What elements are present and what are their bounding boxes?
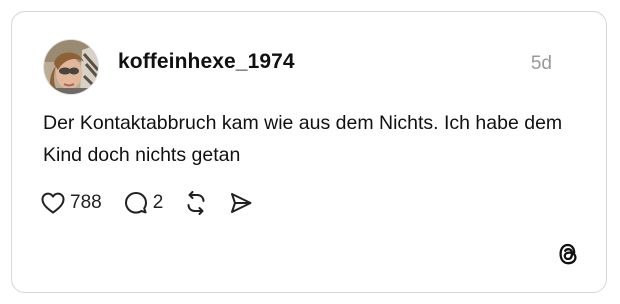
like-button[interactable]: 788: [41, 192, 102, 214]
repost-button[interactable]: [184, 191, 208, 215]
action-bar: 788 2: [41, 187, 253, 219]
repost-icon: [184, 191, 208, 215]
share-button[interactable]: [229, 191, 253, 215]
send-icon: [229, 191, 253, 215]
heart-icon: [41, 192, 65, 214]
post-card[interactable]: koffeinhexe_1974 5d Der Kontaktabbruch k…: [11, 11, 607, 293]
like-count: 788: [70, 192, 102, 213]
comment-count: 2: [152, 192, 164, 213]
username[interactable]: koffeinhexe_1974: [118, 50, 295, 74]
post-timestamp: 5d: [530, 53, 552, 74]
post-text: Der Kontaktabbruch kam wie aus dem Nicht…: [43, 112, 563, 166]
threads-logo-icon[interactable]: [555, 241, 581, 267]
comment-button[interactable]: 2: [124, 191, 164, 215]
avatar[interactable]: [43, 39, 99, 95]
comment-bubble-icon: [124, 191, 148, 215]
